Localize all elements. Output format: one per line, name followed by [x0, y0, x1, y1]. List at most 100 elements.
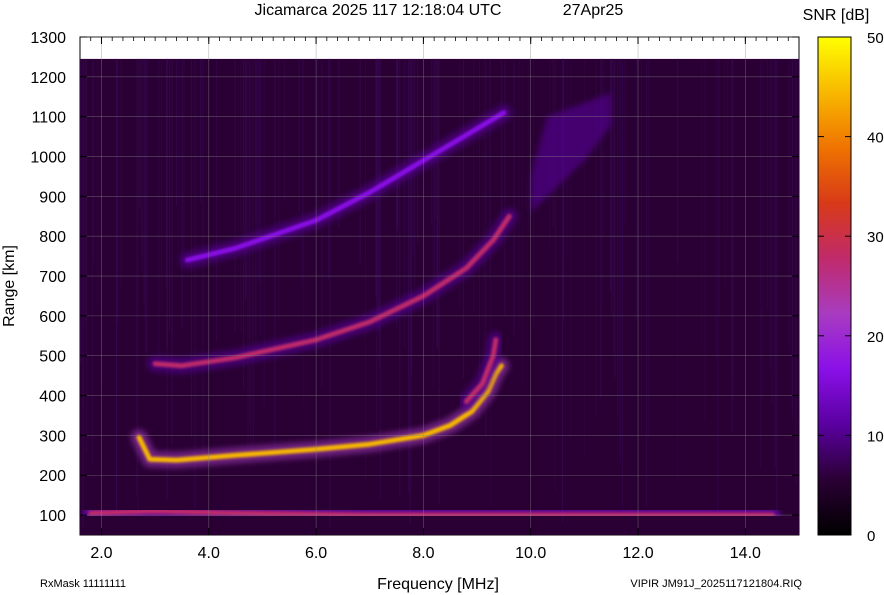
noise-stripe [247, 58, 249, 449]
noise-stripe [284, 58, 286, 202]
x-tick-label: 2.0 [90, 545, 112, 562]
noise-stripe [432, 58, 434, 389]
noise-stripe [437, 58, 439, 350]
noise-stripe [85, 58, 86, 322]
noise-stripe [191, 58, 192, 438]
noise-stripe [317, 58, 319, 211]
heatmap-layer [80, 58, 799, 536]
x-tick-label: 8.0 [412, 545, 434, 562]
noise-stripe [603, 58, 605, 237]
noise-stripe [97, 58, 99, 310]
noise-stripe [417, 58, 419, 244]
noise-stripe [798, 58, 799, 207]
colorbar-tick-label: 40 [867, 130, 884, 147]
noise-stripe [433, 58, 435, 279]
noise-stripe [181, 58, 183, 328]
noise-stripe [614, 58, 616, 378]
footer-filename: VIPIR JM91J_2025117121804.RIQ [630, 578, 802, 590]
x-tick-label: 12.0 [622, 545, 653, 562]
noise-stripe [640, 58, 642, 433]
noise-stripe [145, 58, 146, 375]
noise-stripe [473, 58, 475, 312]
noise-stripe [528, 58, 530, 231]
noise-stripe [776, 58, 778, 511]
y-tick-label: 800 [39, 229, 66, 246]
noise-stripe [82, 58, 84, 528]
noise-stripe [731, 58, 733, 433]
noise-stripe [365, 58, 366, 483]
noise-stripe [635, 58, 637, 319]
noise-stripe [141, 58, 143, 272]
noise-stripe [240, 58, 242, 332]
noise-stripe [479, 58, 480, 420]
noise-stripe [161, 58, 162, 312]
y-tick-label: 1200 [30, 70, 66, 87]
noise-stripe [624, 58, 626, 224]
noise-stripe [788, 58, 790, 351]
x-axis-label: Frequency [MHz] [377, 576, 499, 593]
colorbar-label: SNR [dB] [803, 7, 870, 24]
colorbar-tick-label: 50 [867, 30, 884, 47]
x-tick-label: 14.0 [730, 545, 761, 562]
noise-stripe [260, 58, 262, 336]
noise-stripe [250, 58, 252, 450]
noise-stripe [274, 58, 276, 458]
y-tick-label: 300 [39, 428, 66, 445]
noise-stripe [409, 58, 411, 525]
noise-stripe [732, 58, 734, 402]
noise-stripe [431, 58, 433, 224]
noise-stripe [482, 58, 484, 365]
noise-stripe [760, 58, 762, 470]
noise-stripe [256, 58, 258, 243]
noise-stripe [622, 58, 623, 510]
ionogram-chart: Jicamarca 2025 117 12:18:04 UTC 27Apr25 … [1, 2, 884, 593]
noise-stripe [117, 58, 119, 325]
colorbar-gradient [817, 36, 852, 536]
colorbar-tick-label: 0 [867, 528, 875, 545]
noise-stripe [93, 58, 95, 263]
noise-stripe [518, 58, 520, 330]
y-tick-label: 500 [39, 349, 66, 366]
noise-stripe [408, 58, 409, 493]
x-tick-label: 10.0 [515, 545, 546, 562]
noise-stripe [769, 58, 771, 374]
noise-stripe [169, 58, 171, 332]
noise-stripe [504, 58, 506, 317]
noise-stripe [200, 58, 202, 203]
noise-stripe [727, 58, 729, 237]
noise-stripe [435, 58, 437, 220]
noise-stripe [774, 58, 776, 468]
x-tick-label: 4.0 [198, 545, 220, 562]
noise-stripe [613, 58, 615, 354]
noise-stripe [513, 58, 515, 336]
noise-stripe [648, 58, 650, 438]
noise-stripe [375, 58, 377, 297]
noise-stripe [86, 58, 88, 454]
colorbar-tick-label: 20 [867, 329, 884, 346]
noise-stripe [704, 58, 706, 420]
noise-stripe [116, 58, 117, 515]
noise-stripe [563, 58, 565, 321]
noise-stripe [165, 58, 167, 287]
noise-stripe [718, 58, 720, 317]
y-tick-label: 700 [39, 269, 66, 286]
noise-stripe [255, 58, 257, 219]
noise-stripe [379, 58, 381, 500]
noise-stripe [717, 58, 719, 518]
y-tick-label: 400 [39, 389, 66, 406]
y-tick-label: 1000 [30, 150, 66, 167]
noise-stripe [178, 58, 180, 257]
y-tick-label: 200 [39, 468, 66, 485]
y-tick-label: 1300 [30, 30, 66, 47]
chart-date: 27Apr25 [563, 2, 624, 19]
noise-stripe [298, 58, 300, 212]
noise-stripe [795, 58, 797, 485]
noise-stripe [766, 58, 768, 311]
noise-stripe [701, 58, 703, 349]
noise-stripe [521, 58, 523, 382]
noise-stripe [146, 58, 148, 367]
noise-stripe [462, 58, 464, 378]
footer-rxmask: RxMask 11111111 [40, 578, 126, 590]
noise-stripe [243, 58, 244, 391]
noise-stripe [399, 58, 401, 496]
